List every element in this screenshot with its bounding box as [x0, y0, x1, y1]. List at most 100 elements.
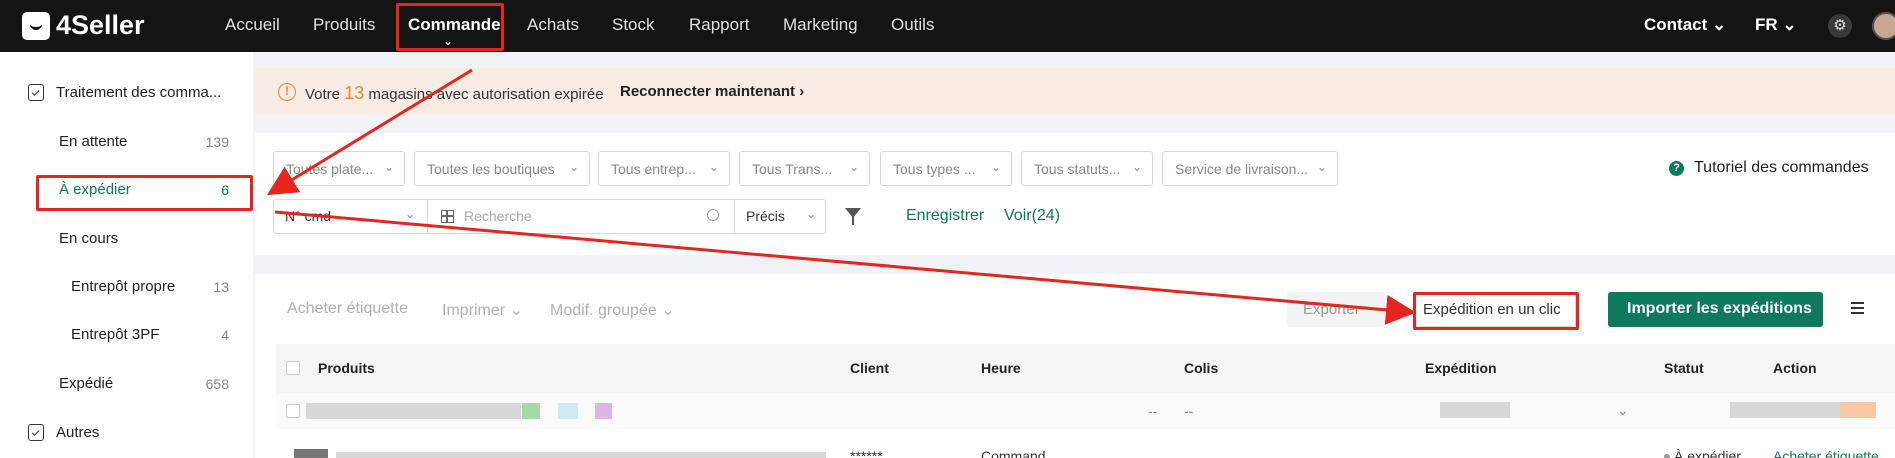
shop-filter-label: Toutes les boutiques	[427, 161, 555, 177]
redacted-text	[595, 403, 612, 419]
redacted-text	[558, 403, 578, 419]
search-input[interactable]	[440, 205, 710, 227]
print-label: Imprimer	[442, 302, 506, 319]
chevron-down-icon: ⌄	[805, 207, 816, 221]
match-mode-select[interactable]: Précis ⌄	[734, 199, 826, 234]
redacted-text	[1840, 402, 1876, 418]
delivery-service-filter-label: Service de livraison...	[1175, 161, 1309, 177]
chevron-down-icon: ⌄	[1316, 160, 1327, 174]
reconnect-label: Reconnecter maintenant	[620, 83, 796, 100]
chevron-down-icon: ⌄	[990, 160, 1001, 174]
chevron-down-icon: ⌄	[509, 302, 523, 319]
table-header	[276, 344, 1895, 393]
redacted-text	[1730, 402, 1840, 418]
product-thumbnail[interactable]	[294, 449, 328, 458]
row-time: Command	[981, 448, 1046, 458]
logo[interactable]: 4Seller	[22, 10, 145, 41]
annotation-box-a-expedier	[36, 175, 253, 211]
column-produits[interactable]: Produits	[318, 360, 375, 376]
row-status-label: À expédier	[1674, 448, 1741, 458]
help-icon: ?	[1669, 160, 1684, 176]
redacted-text	[336, 452, 826, 458]
row-checkbox[interactable]	[286, 404, 300, 418]
chevron-down-icon[interactable]: ⌄	[1617, 402, 1629, 419]
warehouse-filter[interactable]: Tous entrep... ⌄	[598, 151, 730, 186]
nav-outils[interactable]: Outils	[891, 15, 934, 35]
sidebar-count: 139	[205, 134, 229, 150]
buy-label-button[interactable]: Acheter étiquette	[287, 300, 408, 318]
language-menu[interactable]: FR ⌄	[1755, 15, 1797, 35]
sidebar-item-expedie[interactable]: Expédié	[59, 375, 113, 392]
column-statut[interactable]: Statut	[1664, 360, 1704, 376]
row-dash: --	[1184, 403, 1194, 419]
redacted-text	[1440, 402, 1510, 418]
reconnect-link[interactable]: Reconnecter maintenant ›	[620, 83, 804, 100]
nav-stock[interactable]: Stock	[612, 15, 655, 35]
carrier-filter-label: Tous Trans...	[752, 161, 833, 177]
export-button[interactable]: Exporter	[1287, 292, 1385, 327]
nav-accueil[interactable]: Accueil	[225, 15, 280, 35]
delivery-service-filter[interactable]: Service de livraison... ⌄	[1162, 151, 1338, 186]
sidebar-item-entrepot-propre[interactable]: Entrepôt propre	[71, 278, 175, 295]
search-field-select[interactable]: N° cmd ⌄	[273, 199, 428, 234]
clipboard-icon	[28, 84, 44, 101]
type-filter-label: Tous types ...	[893, 161, 976, 177]
carrier-filter[interactable]: Tous Trans... ⌄	[739, 151, 870, 186]
chevron-down-icon: ⌄	[404, 207, 415, 221]
sidebar-section-orders[interactable]: Traitement des comma...	[28, 84, 221, 101]
banner-message: Votre 13 magasins avec autorisation expi…	[305, 83, 604, 104]
import-shipments-button[interactable]: Importer les expéditions	[1608, 292, 1823, 327]
column-colis[interactable]: Colis	[1184, 360, 1218, 376]
gear-icon[interactable]: ⚙	[1828, 14, 1852, 38]
sidebar-item-en-attente[interactable]: En attente	[59, 133, 127, 150]
platform-filter[interactable]: Toutes plate... ⌄	[273, 151, 405, 186]
nav-marketing[interactable]: Marketing	[783, 15, 858, 35]
status-filter[interactable]: Tous statuts... ⌄	[1021, 151, 1153, 186]
language-label: FR	[1755, 15, 1778, 34]
filter-icon[interactable]	[845, 208, 861, 225]
annotation-box-commande	[396, 3, 504, 51]
save-filter-link[interactable]: Enregistrer	[906, 207, 984, 225]
bag-icon	[22, 11, 50, 40]
bulk-edit-menu[interactable]: Modif. groupée ⌄	[550, 300, 675, 320]
nav-achats[interactable]: Achats	[527, 15, 579, 35]
search-field-label: N° cmd	[285, 208, 332, 224]
tutorial-link[interactable]: ? Tutoriel des commandes	[1669, 159, 1869, 177]
sidebar-item-en-cours[interactable]: En cours	[59, 230, 118, 247]
match-mode-label: Précis	[746, 208, 785, 224]
nav-produits[interactable]: Produits	[313, 15, 375, 35]
top-navbar: 4Seller Accueil Produits Commande ⌄ Acha…	[0, 0, 1895, 52]
search-icon[interactable]	[707, 209, 719, 221]
clipboard-icon	[28, 424, 44, 441]
contact-menu[interactable]: Contact ⌄	[1644, 15, 1726, 35]
sidebar-item-entrepot-3pf[interactable]: Entrepôt 3PF	[71, 326, 159, 343]
warehouse-filter-label: Tous entrep...	[611, 161, 696, 177]
column-expedition[interactable]: Expédition	[1425, 360, 1497, 376]
chevron-down-icon: ⌄	[568, 160, 579, 174]
column-settings-icon[interactable]	[1851, 302, 1864, 314]
column-action[interactable]: Action	[1773, 360, 1817, 376]
nav-rapport[interactable]: Rapport	[689, 15, 749, 35]
column-heure[interactable]: Heure	[981, 360, 1021, 376]
avatar[interactable]	[1872, 12, 1895, 40]
type-filter[interactable]: Tous types ... ⌄	[880, 151, 1012, 186]
warning-icon: !	[278, 83, 296, 101]
tutorial-label: Tutoriel des commandes	[1694, 159, 1869, 176]
sidebar-count: 13	[213, 279, 229, 295]
app-name: 4Seller	[56, 10, 145, 40]
row-client: ******	[850, 448, 883, 458]
select-all-checkbox[interactable]	[286, 361, 300, 375]
sidebar-section-other[interactable]: Autres	[28, 424, 99, 441]
chevron-down-icon: ⌄	[848, 160, 859, 174]
sidebar-count: 658	[205, 376, 229, 392]
row-buy-label-link[interactable]: Acheter étiquette	[1773, 448, 1879, 458]
sidebar-section-label: Autres	[56, 424, 100, 441]
view-saved-link[interactable]: Voir(24)	[1004, 207, 1060, 225]
banner-count: 13	[344, 83, 365, 103]
shop-filter[interactable]: Toutes les boutiques ⌄	[414, 151, 590, 186]
sidebar	[0, 52, 253, 458]
print-menu[interactable]: Imprimer ⌄	[442, 300, 523, 320]
contact-label: Contact	[1644, 15, 1708, 34]
column-client[interactable]: Client	[850, 360, 889, 376]
redacted-text	[522, 403, 540, 419]
